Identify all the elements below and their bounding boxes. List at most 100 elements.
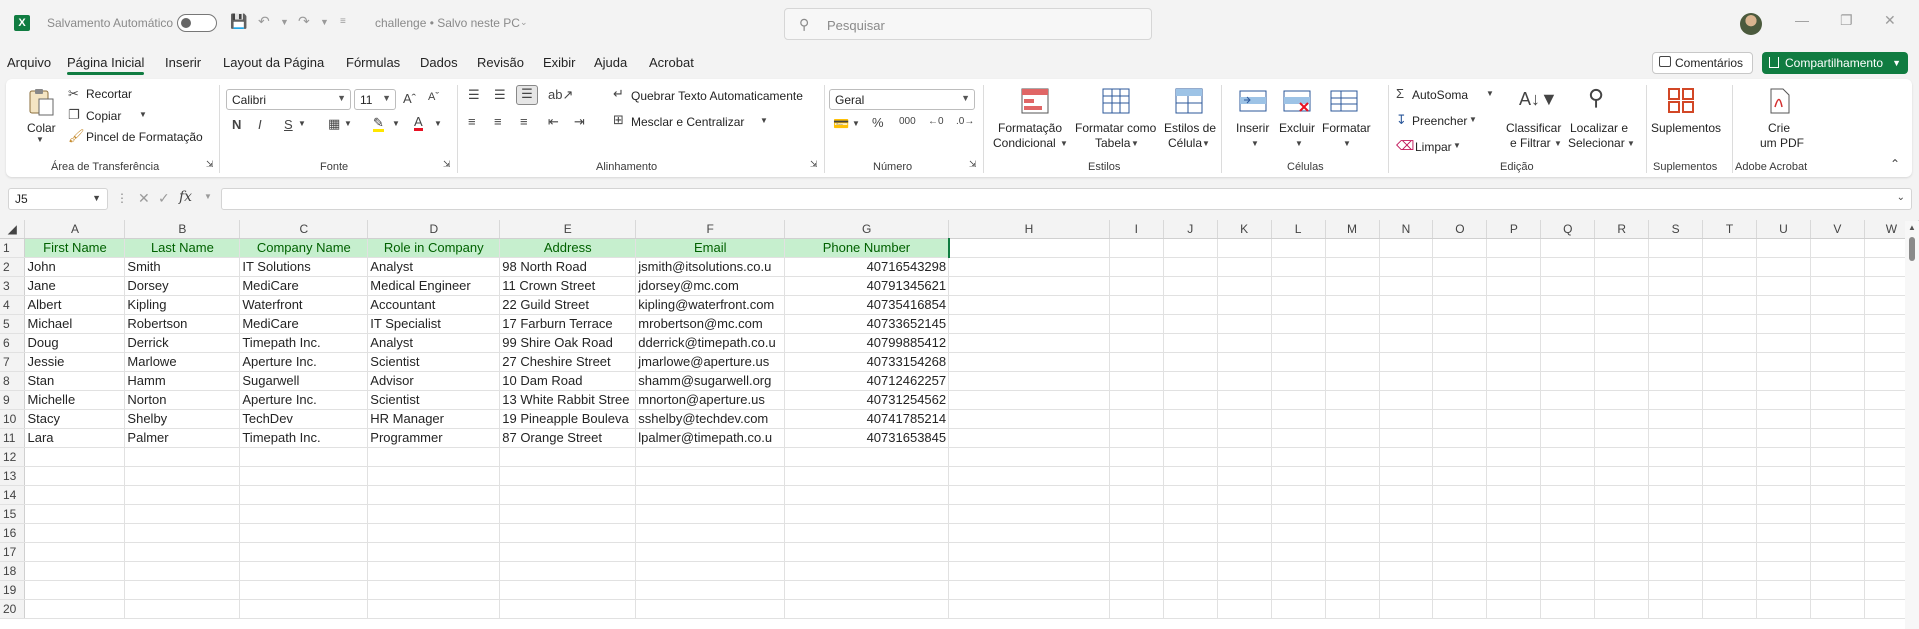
cell[interactable]: [1540, 485, 1596, 505]
cell[interactable]: [1702, 428, 1758, 448]
header-cell[interactable]: Address: [499, 238, 637, 258]
cell[interactable]: sshelby@techdev.com: [635, 409, 786, 429]
cell[interactable]: [1540, 238, 1596, 258]
cell[interactable]: [1648, 504, 1704, 524]
underline-icon[interactable]: S: [284, 117, 293, 132]
select-all-corner[interactable]: ◢: [0, 220, 26, 239]
cell[interactable]: [1271, 390, 1326, 410]
cell[interactable]: [1486, 428, 1542, 448]
cell[interactable]: [1109, 371, 1164, 391]
copy-dropdown-icon[interactable]: ▼: [139, 110, 147, 119]
restore-icon[interactable]: ❐: [1840, 12, 1853, 29]
header-cell[interactable]: First Name: [24, 238, 126, 258]
cell[interactable]: Scientist: [367, 352, 501, 372]
cell[interactable]: [239, 561, 369, 581]
customize-toolbar-icon[interactable]: ≡: [340, 16, 346, 27]
merge-center-label[interactable]: Mesclar e Centralizar: [631, 115, 744, 129]
merge-center-icon[interactable]: ⊞: [613, 112, 624, 128]
cell[interactable]: [1756, 447, 1811, 467]
column-header-d[interactable]: D: [367, 220, 501, 239]
cell[interactable]: [1648, 523, 1704, 543]
cell[interactable]: [367, 466, 501, 486]
formula-input[interactable]: ⌄: [221, 188, 1912, 210]
cell[interactable]: [24, 542, 126, 562]
cell[interactable]: [1648, 580, 1704, 600]
cell[interactable]: [635, 523, 786, 543]
cell[interactable]: [1486, 580, 1542, 600]
cell[interactable]: [1756, 428, 1811, 448]
cell[interactable]: [1163, 447, 1218, 467]
cell[interactable]: MediCare: [239, 314, 369, 334]
cell[interactable]: [948, 333, 1110, 353]
cell[interactable]: [239, 580, 369, 600]
cell[interactable]: [1217, 352, 1272, 372]
cell[interactable]: [1594, 428, 1650, 448]
decrease-decimal-icon[interactable]: .0→: [956, 116, 974, 127]
tab-exibir[interactable]: Exibir: [543, 55, 576, 70]
cell[interactable]: [1379, 580, 1434, 600]
cell[interactable]: [1432, 333, 1488, 353]
cell[interactable]: [367, 523, 501, 543]
cell[interactable]: 11 Crown Street: [499, 276, 637, 296]
format-as-table-label-1[interactable]: Formatar como: [1075, 121, 1156, 135]
header-cell[interactable]: Last Name: [124, 238, 241, 258]
cell[interactable]: 40741785214: [784, 409, 950, 429]
cell[interactable]: Sugarwell: [239, 371, 369, 391]
cell[interactable]: [1702, 276, 1758, 296]
cell[interactable]: [1325, 447, 1380, 467]
cell[interactable]: [1486, 542, 1542, 562]
cell[interactable]: [635, 561, 786, 581]
font-launcher-icon[interactable]: ⇲: [443, 159, 451, 170]
row-header[interactable]: 5: [0, 314, 26, 334]
format-table-dropdown-icon[interactable]: ▼: [1131, 139, 1139, 148]
cell[interactable]: jdorsey@mc.com: [635, 276, 786, 296]
cell[interactable]: [1702, 599, 1758, 619]
clear-label[interactable]: Limpar: [1415, 140, 1452, 154]
cell[interactable]: IT Specialist: [367, 314, 501, 334]
cell[interactable]: [1109, 447, 1164, 467]
cell[interactable]: 40731653845: [784, 428, 950, 448]
row-header[interactable]: 13: [0, 466, 26, 486]
cell[interactable]: [1594, 257, 1650, 277]
cell[interactable]: [1217, 428, 1272, 448]
decrease-indent-icon[interactable]: ⇤: [548, 114, 559, 130]
insert-dropdown-icon[interactable]: ▼: [1251, 139, 1259, 148]
cell[interactable]: [1486, 523, 1542, 543]
cell[interactable]: [1109, 352, 1164, 372]
cell[interactable]: [1325, 390, 1380, 410]
cell[interactable]: [1756, 580, 1811, 600]
title-dropdown-icon[interactable]: ⌄: [520, 17, 528, 28]
orientation-icon[interactable]: ab↗: [548, 87, 573, 103]
cell[interactable]: [948, 371, 1110, 391]
cell[interactable]: [1702, 542, 1758, 562]
cell[interactable]: [1432, 542, 1488, 562]
tab-ajuda[interactable]: Ajuda: [594, 55, 627, 70]
autosave-toggle[interactable]: [177, 14, 217, 32]
cell[interactable]: [1540, 542, 1596, 562]
cell[interactable]: [784, 561, 950, 581]
cell[interactable]: [948, 295, 1110, 315]
cell[interactable]: [1756, 238, 1811, 258]
column-header-c[interactable]: C: [239, 220, 369, 239]
cell[interactable]: [1432, 238, 1488, 258]
cell[interactable]: [124, 485, 241, 505]
cell[interactable]: [1109, 580, 1164, 600]
column-header-l[interactable]: L: [1271, 220, 1326, 239]
cell[interactable]: [1756, 504, 1811, 524]
cell[interactable]: [1432, 428, 1488, 448]
cell[interactable]: [1163, 561, 1218, 581]
cell[interactable]: [1379, 409, 1434, 429]
create-pdf-icon[interactable]: [1764, 87, 1794, 115]
find-select-icon[interactable]: ⚲: [1588, 85, 1604, 111]
redo-icon[interactable]: ↷: [298, 13, 310, 30]
cell[interactable]: [784, 447, 950, 467]
cell[interactable]: [1648, 561, 1704, 581]
cell[interactable]: [1648, 485, 1704, 505]
tab-acrobat[interactable]: Acrobat: [649, 55, 694, 70]
cell[interactable]: [1217, 485, 1272, 505]
cell[interactable]: [784, 466, 950, 486]
cell[interactable]: [1810, 352, 1865, 372]
cell[interactable]: [1217, 295, 1272, 315]
cell[interactable]: [635, 580, 786, 600]
row-header[interactable]: 17: [0, 542, 26, 562]
